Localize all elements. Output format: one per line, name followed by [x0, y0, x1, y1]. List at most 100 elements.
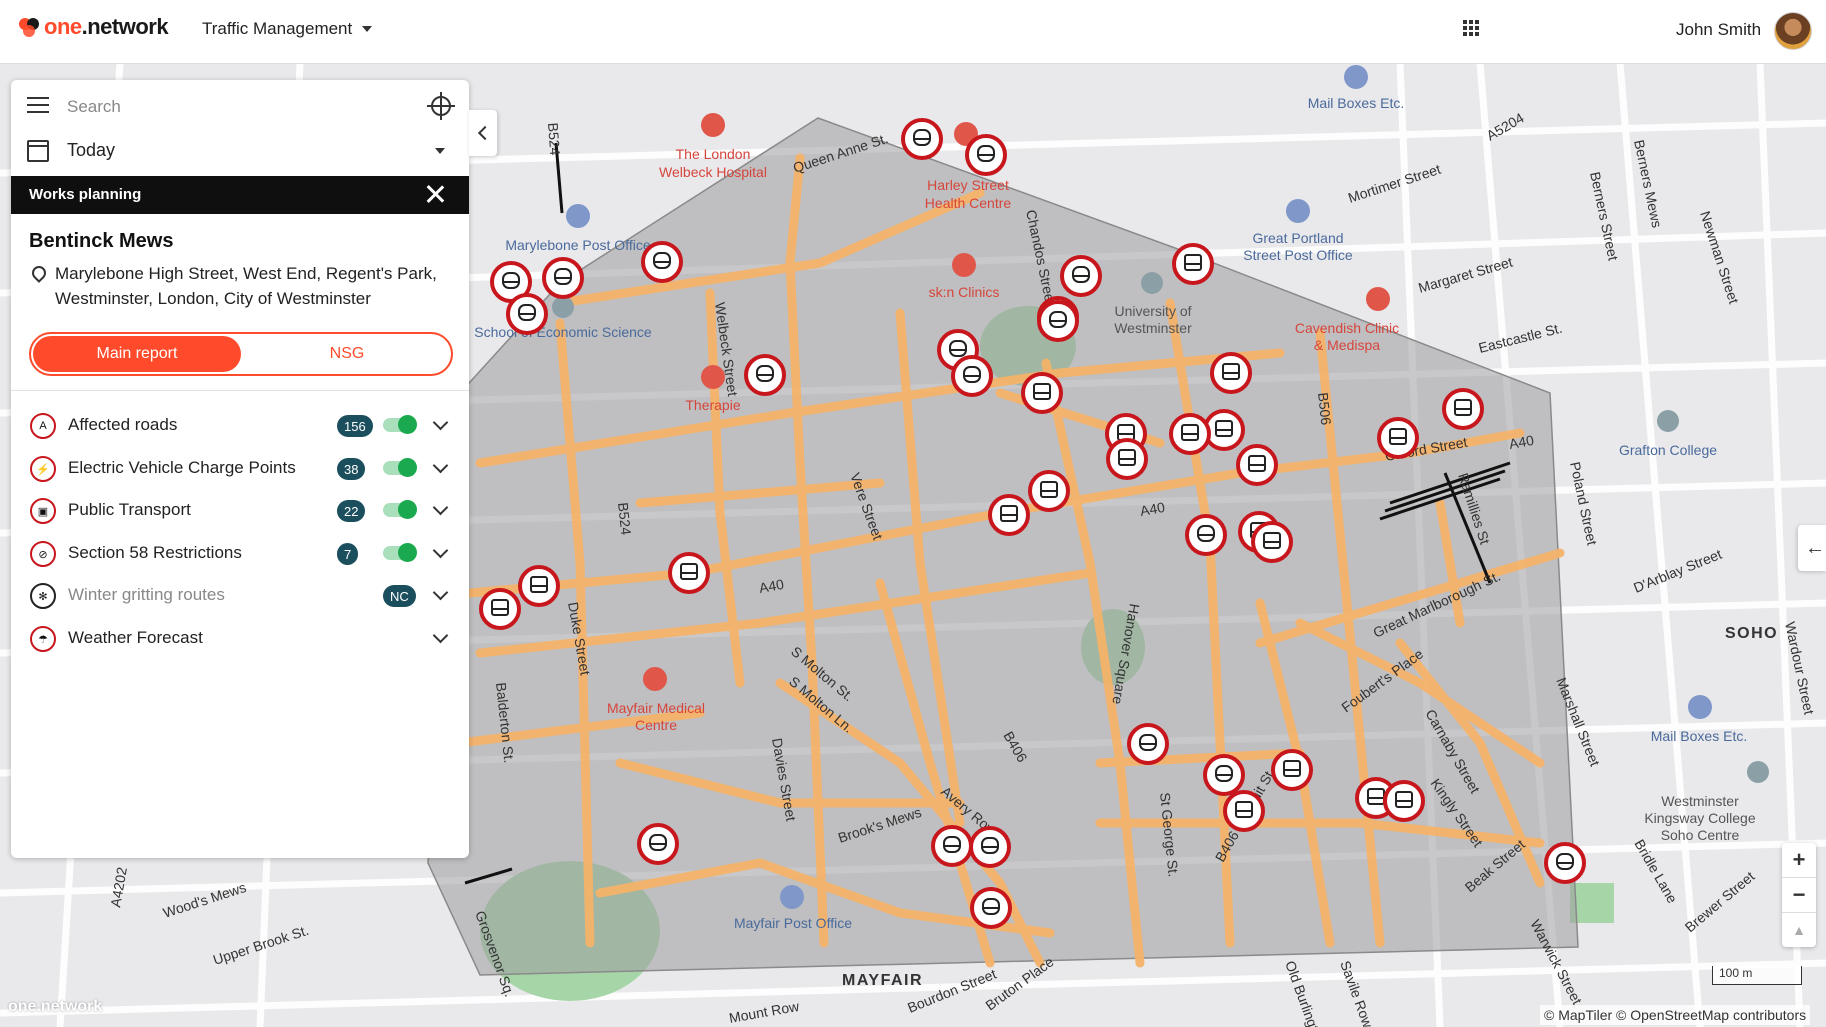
user-name[interactable]: John Smith [1676, 20, 1761, 40]
layer-section-58[interactable]: ⊘ Section 58 Restrictions 7 [11, 535, 469, 571]
location-address: Marylebone High Street, West End, Regent… [55, 264, 437, 308]
ev-charge-marker[interactable] [641, 241, 683, 283]
bus-stop-marker[interactable] [988, 494, 1030, 536]
ev-charge-marker[interactable] [1127, 723, 1169, 765]
chevron-down-icon[interactable] [432, 499, 449, 516]
layer-toggle[interactable] [383, 415, 417, 434]
count-badge: 7 [337, 543, 359, 565]
map-attribution[interactable]: © MapTiler © OpenStreetMap contributors [1540, 1005, 1811, 1025]
layer-ev-charge-points[interactable]: ⚡ Electric Vehicle Charge Points 38 [11, 450, 469, 486]
zoom-in-button[interactable]: + [1782, 843, 1816, 878]
ev-charge-marker[interactable] [931, 825, 973, 867]
zoom-controls: + − ▲ [1782, 843, 1816, 947]
divider [11, 390, 469, 391]
svg-text:Health Centre: Health Centre [925, 195, 1012, 211]
svg-text:Mail Boxes Etc.: Mail Boxes Etc. [1651, 728, 1747, 744]
ev-charge-marker[interactable] [969, 826, 1011, 868]
bus-stop-marker[interactable] [1172, 243, 1214, 285]
ev-charge-marker[interactable] [1544, 842, 1586, 884]
layer-label: Public Transport [68, 500, 191, 519]
bus-stop-marker[interactable] [1236, 444, 1278, 486]
date-select[interactable]: Today [11, 130, 469, 176]
ev-charge-marker[interactable] [506, 293, 548, 335]
svg-text:B524: B524 [545, 122, 563, 156]
close-icon[interactable] [425, 184, 445, 204]
ev-charge-marker[interactable] [744, 354, 786, 396]
bus-stop-marker[interactable] [1223, 790, 1265, 832]
section-title: Works planning [29, 186, 142, 203]
ev-charge-marker[interactable] [637, 823, 679, 865]
bus-stop-marker[interactable] [1383, 780, 1425, 822]
zoom-out-button[interactable]: − [1782, 878, 1816, 913]
app-switcher-dropdown[interactable]: Traffic Management [202, 19, 373, 39]
layer-label: Electric Vehicle Charge Points [68, 458, 296, 477]
layer-winter-gritting[interactable]: ✻ Winter gritting routes NC [11, 577, 469, 613]
ev-charge-marker[interactable] [965, 134, 1007, 176]
ev-charge-marker[interactable] [1185, 514, 1227, 556]
svg-text:Great Portland: Great Portland [1252, 230, 1343, 246]
layer-affected-roads[interactable]: A Affected roads 156 [11, 407, 469, 443]
bus-stop-marker[interactable] [1106, 438, 1148, 480]
compass-icon[interactable]: ▲ [1782, 913, 1816, 947]
ev-charge-marker[interactable] [542, 257, 584, 299]
scale-bar: 100 m [1712, 966, 1802, 985]
bus-stop-marker[interactable] [1021, 372, 1063, 414]
svg-text:Kingsway College: Kingsway College [1644, 810, 1755, 826]
chevron-down-icon[interactable] [432, 414, 449, 431]
logo-icon [19, 18, 39, 37]
count-badge: 38 [337, 458, 366, 480]
avatar[interactable] [1774, 12, 1812, 50]
chevron-down-icon[interactable] [432, 542, 449, 559]
layer-toggle[interactable] [383, 458, 417, 477]
bus-stop-marker[interactable] [1028, 470, 1070, 512]
locate-icon[interactable] [427, 92, 455, 120]
calendar-icon [27, 140, 49, 162]
svg-text:Welbeck Hospital: Welbeck Hospital [659, 164, 767, 180]
ev-charge-marker[interactable] [1060, 255, 1102, 297]
logo-text-a: one [44, 14, 82, 39]
svg-text:Westminster: Westminster [1661, 793, 1739, 809]
svg-text:Marylebone Post Office: Marylebone Post Office [505, 237, 650, 253]
bus-stop-marker[interactable] [1442, 388, 1484, 430]
arrow-left-icon: ← [1805, 537, 1825, 559]
ev-charge-marker[interactable] [1203, 754, 1245, 796]
svg-text:Grafton College: Grafton College [1619, 442, 1717, 458]
layer-toggle[interactable] [383, 543, 417, 562]
bus-stop-marker[interactable] [668, 552, 710, 594]
svg-text:MAYFAIR: MAYFAIR [842, 972, 923, 989]
layer-public-transport[interactable]: ▣ Public Transport 22 [11, 492, 469, 528]
bus-stop-marker[interactable] [1251, 521, 1293, 563]
apps-grid-icon[interactable] [1463, 20, 1479, 36]
bus-icon: ▣ [30, 498, 56, 524]
search-input[interactable] [65, 92, 419, 122]
bus-stop-marker[interactable] [1377, 417, 1419, 459]
tab-nsg[interactable]: NSG [243, 334, 451, 374]
top-bar: one.network Traffic Management John Smit… [0, 0, 1826, 64]
chevron-down-icon[interactable] [432, 627, 449, 644]
tab-main-report[interactable]: Main report [33, 336, 241, 372]
search-row [11, 80, 469, 130]
chevron-down-icon[interactable] [432, 584, 449, 601]
logo[interactable]: one.network [18, 14, 169, 40]
ev-charge-marker[interactable] [901, 118, 943, 160]
bus-stop-marker[interactable] [479, 588, 521, 630]
bus-stop-marker[interactable] [1210, 352, 1252, 394]
chevron-down-icon[interactable] [432, 457, 449, 474]
expand-right-panel-button[interactable]: ← [1798, 525, 1826, 571]
bus-stop-marker[interactable] [1203, 409, 1245, 451]
ev-charge-marker[interactable] [1037, 300, 1079, 342]
layer-weather-forecast[interactable]: ☂ Weather Forecast [11, 620, 469, 656]
restriction-icon: ⊘ [30, 541, 56, 567]
menu-icon[interactable] [27, 97, 49, 118]
bus-stop-marker[interactable] [1169, 413, 1211, 455]
snowflake-icon: ✻ [30, 583, 56, 609]
map-pin-icon [29, 263, 49, 283]
bus-stop-marker[interactable] [518, 565, 560, 607]
ev-charge-marker[interactable] [951, 355, 993, 397]
ev-charge-marker[interactable] [970, 887, 1012, 929]
svg-text:Soho Centre: Soho Centre [1661, 827, 1740, 843]
svg-text:& Medispa: & Medispa [1314, 337, 1380, 353]
layer-toggle[interactable] [383, 500, 417, 519]
collapse-panel-button[interactable] [469, 110, 497, 156]
bus-stop-marker[interactable] [1271, 749, 1313, 791]
